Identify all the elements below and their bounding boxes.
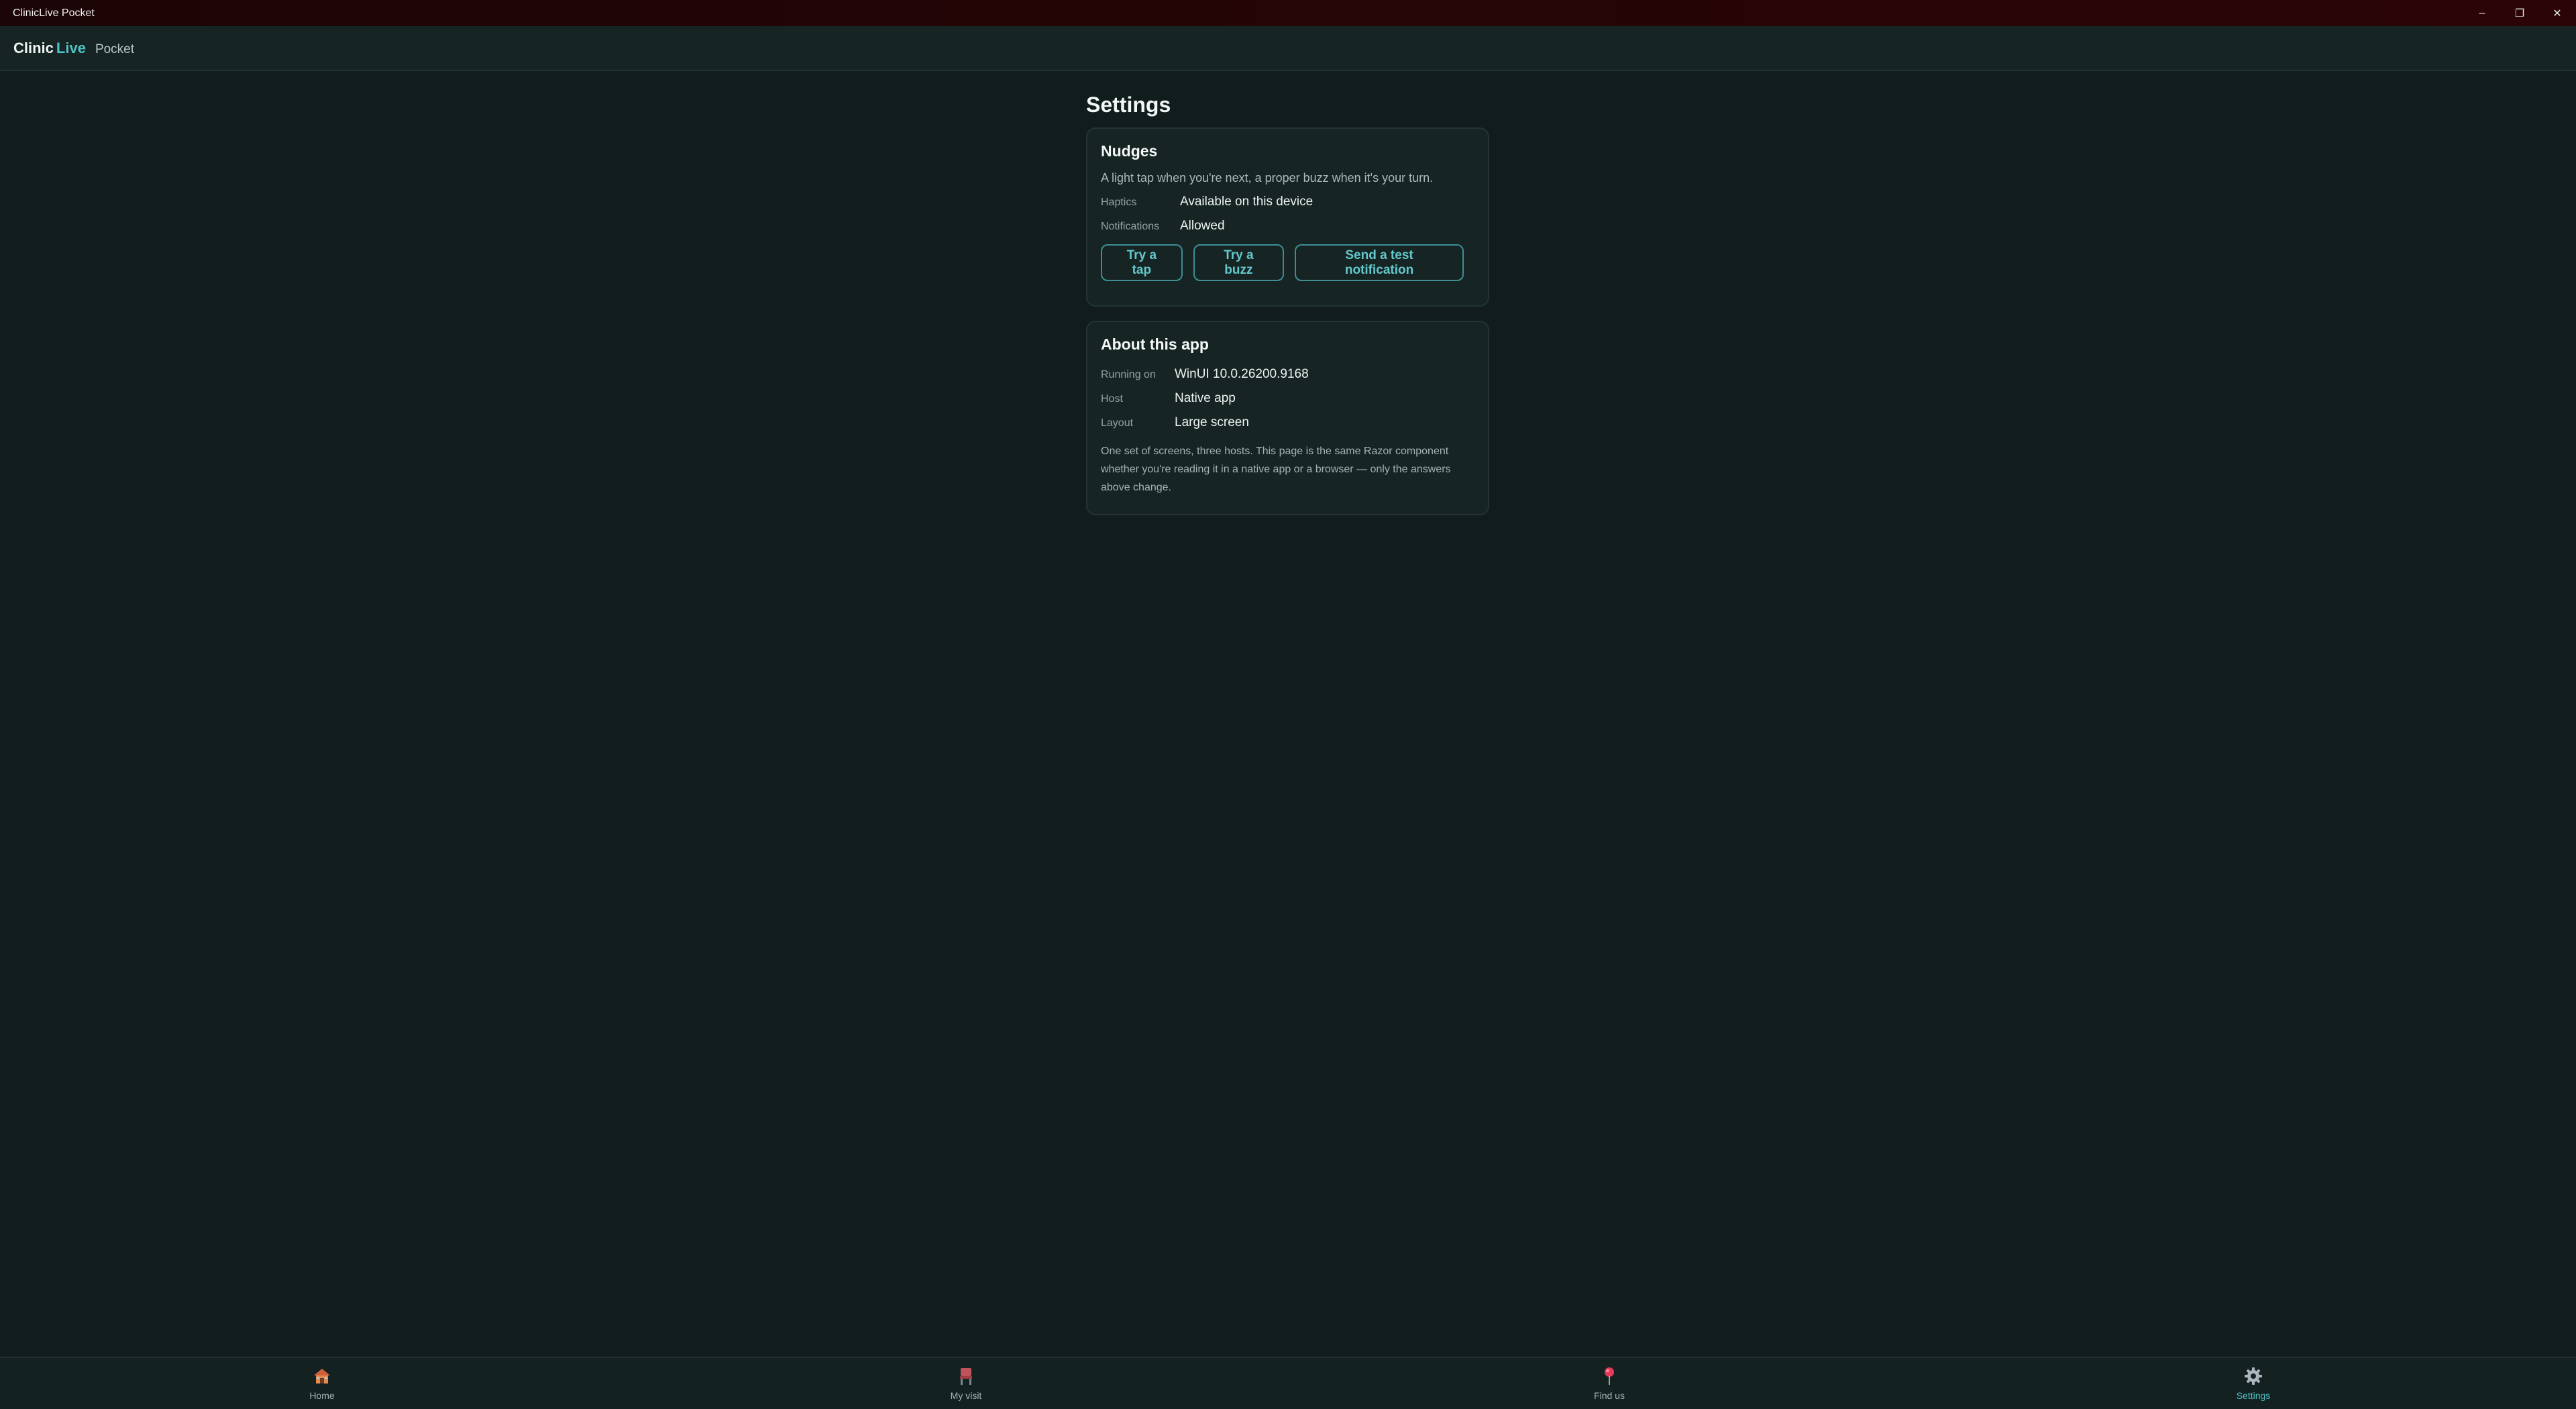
nav-find-us[interactable]: Find us	[1556, 1365, 1663, 1401]
minimize-button[interactable]: –	[2463, 0, 2501, 26]
nav-find-us-label: Find us	[1594, 1390, 1625, 1401]
gear-icon	[2244, 1365, 2263, 1388]
try-tap-button[interactable]: Try a tap	[1101, 244, 1183, 281]
brand-live: Live	[56, 39, 86, 56]
nudge-buttons: Try a tap Try a buzz Send a test notific…	[1101, 244, 1474, 281]
haptics-label: Haptics	[1101, 197, 1137, 208]
test-notification-button[interactable]: Send a test notification	[1295, 244, 1464, 281]
haptics-row: Haptics Available on this device	[1101, 195, 1474, 209]
window-titlebar: ClinicLive Pocket – ❐ ✕	[0, 0, 2576, 26]
brand-pocket: Pocket	[95, 42, 135, 56]
app-header: Clinic Live Pocket	[0, 26, 2576, 71]
brand-logo[interactable]: Clinic Live Pocket	[13, 40, 134, 57]
nav-settings-label: Settings	[2236, 1390, 2271, 1401]
about-card: About this app Running on WinUI 10.0.262…	[1086, 321, 1489, 515]
about-note: One set of screens, three hosts. This pa…	[1101, 446, 1451, 493]
settings-page: Settings Nudges A light tap when you're …	[1086, 71, 1489, 515]
nav-my-visit-label: My visit	[950, 1390, 982, 1401]
nav-home[interactable]: Home	[268, 1365, 376, 1401]
bottom-nav: Home My visit Find us Settings	[0, 1357, 2576, 1409]
chair-icon	[958, 1365, 974, 1388]
host-row: Host Native app	[1101, 391, 1474, 406]
running-on-row: Running on WinUI 10.0.26200.9168	[1101, 367, 1474, 382]
nudges-title: Nudges	[1101, 142, 1158, 160]
notifications-value: Allowed	[1180, 219, 1225, 233]
nav-my-visit[interactable]: My visit	[912, 1365, 1020, 1401]
brand-clinic: Clinic	[13, 39, 54, 56]
home-icon	[313, 1365, 331, 1388]
haptics-value: Available on this device	[1180, 195, 1313, 209]
host-value: Native app	[1175, 391, 1236, 405]
pin-icon	[1603, 1365, 1616, 1388]
about-title: About this app	[1101, 335, 1209, 353]
nav-settings[interactable]: Settings	[2200, 1365, 2307, 1401]
window-controls: – ❐ ✕	[2463, 0, 2576, 26]
nav-home-label: Home	[309, 1390, 335, 1401]
close-button[interactable]: ✕	[2538, 0, 2576, 26]
layout-value: Large screen	[1175, 415, 1249, 429]
page-title: Settings	[1086, 93, 1171, 117]
try-buzz-button[interactable]: Try a buzz	[1193, 244, 1285, 281]
nudges-card: Nudges A light tap when you're next, a p…	[1086, 127, 1489, 307]
layout-label: Layout	[1101, 417, 1134, 429]
running-on-label: Running on	[1101, 369, 1156, 380]
window-title: ClinicLive Pocket	[13, 7, 95, 19]
layout-row: Layout Large screen	[1101, 415, 1474, 430]
running-on-value: WinUI 10.0.26200.9168	[1175, 367, 1309, 381]
host-label: Host	[1101, 393, 1123, 405]
restore-button[interactable]: ❐	[2501, 0, 2538, 26]
notifications-row: Notifications Allowed	[1101, 219, 1474, 233]
nudges-description: A light tap when you're next, a proper b…	[1101, 171, 1434, 185]
notifications-label: Notifications	[1101, 221, 1160, 232]
